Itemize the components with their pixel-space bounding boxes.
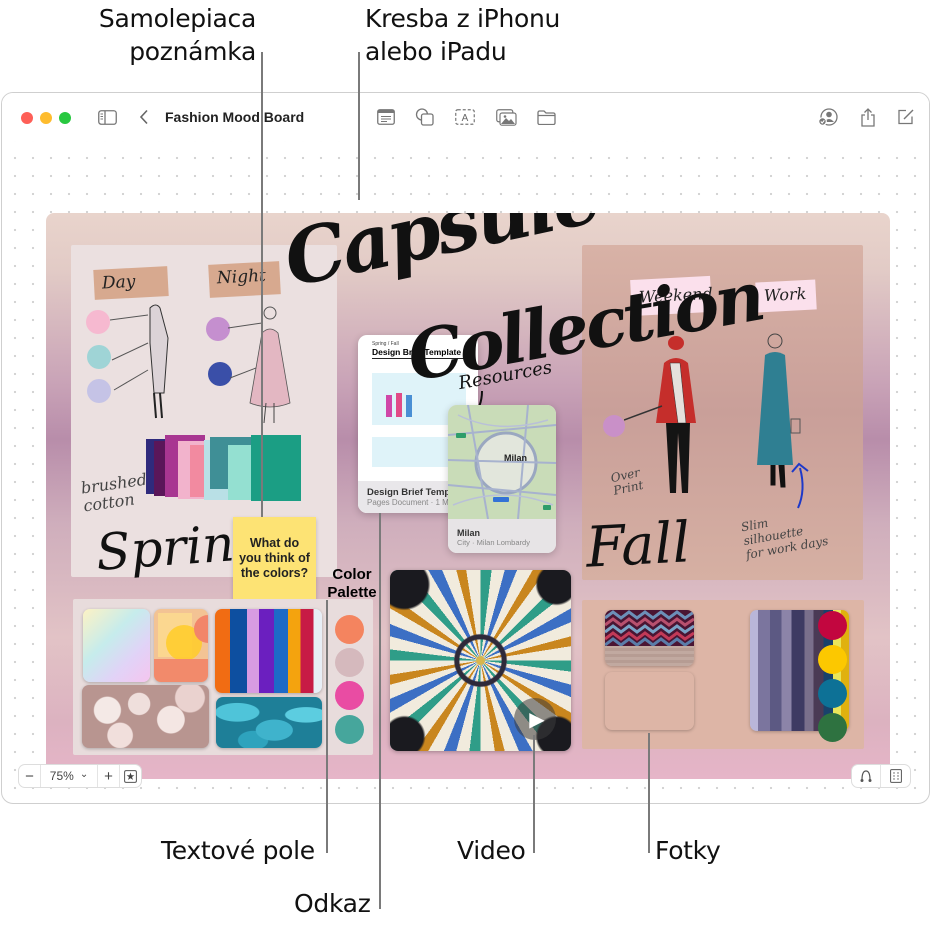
leader-line-text-box [326, 600, 328, 853]
zoom-in-button[interactable]: + [97, 765, 119, 787]
callout-photos: Fotky [655, 836, 721, 865]
map-card-footer: Milan City · Milan Lombardy [448, 522, 556, 553]
fall-palette-crimson[interactable] [818, 611, 847, 640]
sticky-note-text: What do you think of the colors? [239, 536, 310, 580]
video-tile[interactable]: ▶ [390, 570, 571, 751]
fall-palette-green[interactable] [818, 713, 847, 742]
fall-palette-blue[interactable] [818, 679, 847, 708]
canvas-controls [851, 764, 911, 788]
play-button[interactable]: ▶ [514, 698, 556, 740]
share-icon[interactable] [857, 107, 879, 127]
color-palette-text-box[interactable]: Color Palette [321, 566, 383, 602]
zoom-level-select[interactable]: 75% ⌄ [41, 765, 97, 787]
note-icon[interactable] [375, 107, 397, 127]
fabric-swatches[interactable] [146, 435, 301, 503]
photo-geometric-shapes[interactable] [154, 609, 208, 682]
close-button[interactable] [21, 112, 33, 124]
leader-line-video [533, 735, 535, 853]
tag-night: Night [208, 261, 281, 298]
compose-icon[interactable] [895, 107, 917, 127]
callout-sticky-note: Samolepiaca poznámka [88, 2, 256, 68]
fall-swatch-lilac[interactable] [603, 415, 625, 437]
callout-line: alebo iPadu [365, 37, 507, 66]
capsule-collection-drawing[interactable]: Capsule Collection [277, 213, 768, 397]
leader-line-sticky [261, 52, 263, 517]
callout-drawing: Kresba z iPhonu alebo iPadu [365, 2, 560, 68]
favorite-icon[interactable] [119, 765, 141, 787]
grid-icon[interactable] [881, 765, 910, 787]
fall-palette-yellow[interactable] [818, 645, 847, 674]
spring-palette-mauve[interactable] [335, 648, 364, 677]
map-city-label: Milan [504, 453, 528, 463]
tag-day: Day [93, 266, 169, 300]
fall-label-drawing: Fall [584, 510, 692, 581]
photo-roses[interactable] [82, 685, 209, 748]
callout-line: poznámka [129, 37, 256, 66]
callout-line: Kresba z iPhonu [365, 4, 561, 33]
folder-icon[interactable] [535, 107, 557, 127]
callout-link: Odkaz [294, 889, 371, 918]
tag-work: Work [755, 279, 817, 313]
map-name: Milan [457, 528, 481, 538]
photo-woven-textile[interactable] [605, 672, 694, 730]
photo-fabric-rolls[interactable] [215, 609, 322, 693]
collaborate-icon[interactable] [817, 107, 839, 127]
sticky-note[interactable]: What do you think of the colors? [233, 517, 316, 600]
swatch-connector [624, 405, 663, 421]
blue-arrow-drawing [791, 462, 809, 509]
back-chevron-icon[interactable] [133, 107, 155, 127]
map-meta: City · Milan Lombardy [457, 538, 530, 547]
callout-video: Video [457, 836, 526, 865]
zoom-button[interactable] [59, 112, 71, 124]
spring-palette-teal[interactable] [335, 715, 364, 744]
minimize-button[interactable] [40, 112, 52, 124]
media-icon[interactable] [495, 107, 517, 127]
leader-line-drawing [358, 52, 360, 200]
photo-turquoise-stones[interactable] [216, 697, 322, 748]
text-box-icon[interactable]: A [454, 107, 476, 127]
leader-line-photos [648, 733, 650, 853]
map-preview: Milan [448, 405, 556, 519]
toolbar: Fashion Mood Board A [2, 93, 929, 141]
callout-text-box: Textové pole [161, 836, 315, 865]
zoom-out-button[interactable]: − [19, 765, 41, 787]
photo-watercolor[interactable] [83, 609, 150, 682]
board-title: Fashion Mood Board [165, 109, 305, 125]
play-icon: ▶ [529, 707, 545, 731]
sidebar-icon[interactable] [96, 107, 118, 127]
text-line: Color [332, 566, 372, 583]
spring-palette-magenta[interactable] [335, 681, 364, 710]
photo-zigzag-knit[interactable] [605, 610, 694, 666]
freeform-window: Fashion Mood Board A Day Night brushed c… [1, 92, 930, 804]
mood-board-background: Day Night brushed cotton Spring What do … [46, 213, 890, 779]
leader-line-link [379, 513, 381, 909]
zoom-control: − 75% ⌄ + [18, 764, 142, 788]
spring-palette-coral[interactable] [335, 615, 364, 644]
day-fashion-sketch [109, 304, 169, 419]
zoom-level-value: 75% [49, 769, 74, 783]
shapes-icon[interactable] [414, 107, 436, 127]
callout-line: Samolepiaca [98, 4, 256, 33]
day-swatch-pink[interactable] [86, 310, 110, 334]
svg-text:A: A [462, 113, 469, 124]
connection-icon[interactable] [852, 765, 881, 787]
map-link-card[interactable]: Milan Milan City · Milan Lombardy [448, 405, 556, 553]
chevron-down-icon: ⌄ [79, 768, 89, 780]
